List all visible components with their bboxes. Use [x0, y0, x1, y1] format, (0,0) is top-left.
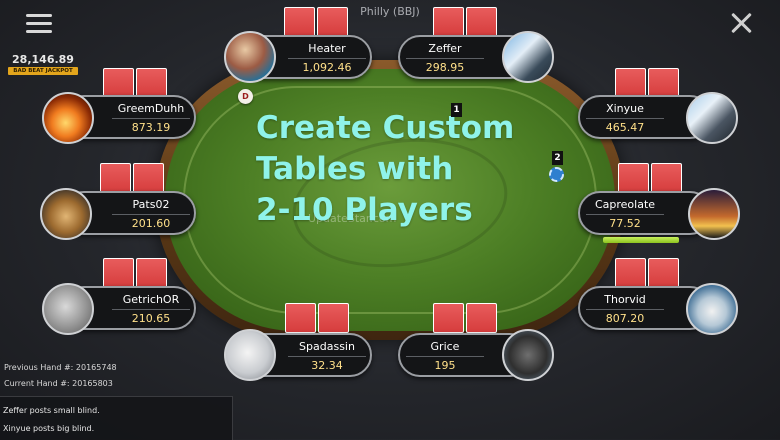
player-name: Zeffer — [428, 42, 462, 55]
hole-cards — [285, 303, 349, 333]
player-name: Heater — [308, 42, 346, 55]
action-log[interactable]: Zeffer posts small blind. Xinyue posts b… — [0, 396, 233, 440]
hole-cards — [284, 7, 348, 37]
player-chips: 873.19 — [131, 121, 171, 134]
city-harbor-avatar-icon[interactable] — [224, 31, 276, 83]
jackpot-amount: 28,146.89 — [12, 53, 74, 66]
current-hand-number: Current Hand #: 20165803 — [4, 379, 113, 388]
player-chips: 77.52 — [609, 217, 641, 230]
bet-chip-icon — [549, 167, 564, 182]
hole-cards — [433, 303, 497, 333]
player-name: Thorvid — [604, 293, 646, 306]
bear-avatar-icon[interactable] — [502, 329, 554, 381]
promo-overlay: Create Custom Tables with 2-10 Players — [256, 108, 556, 231]
seat-marker-1: 1 — [451, 103, 462, 117]
player-name: Grice — [430, 340, 460, 353]
player-chips: 210.65 — [131, 312, 171, 325]
dealer-button: D — [238, 89, 253, 104]
player-chips: 298.95 — [425, 61, 465, 74]
player-chips: 465.47 — [605, 121, 645, 134]
jackpot-display: 28,146.89 BAD BEAT JACKPOT — [8, 53, 78, 75]
player-chips: 1,092.46 — [302, 61, 352, 74]
player-name: GreemDuhh — [117, 102, 185, 115]
seat-marker-2: 2 — [552, 151, 563, 165]
robot-arm-avatar-icon[interactable] — [502, 31, 554, 83]
table-title: Philly (BBJ) — [360, 5, 420, 18]
hole-cards — [618, 163, 682, 193]
player-chips: 807.20 — [605, 312, 645, 325]
player-chips: 201.60 — [131, 217, 171, 230]
player-name: Spadassin — [299, 340, 355, 353]
player-chips: 195 — [434, 359, 456, 372]
player-name: Pats02 — [132, 198, 170, 211]
hole-cards — [100, 163, 164, 193]
promo-line-2: Tables with — [256, 151, 454, 187]
seahorse-avatar-icon[interactable] — [224, 329, 276, 381]
jackpot-label: BAD BEAT JACKPOT — [8, 67, 78, 75]
hole-cards — [103, 68, 167, 98]
player-name: Xinyue — [606, 102, 644, 115]
casino-avatar-icon[interactable] — [40, 188, 92, 240]
hole-cards — [433, 7, 497, 37]
log-line: Zeffer posts small blind. — [3, 406, 100, 415]
action-timer-fill — [603, 237, 679, 243]
player-chips: 32.34 — [311, 359, 343, 372]
hole-cards — [615, 258, 679, 288]
previous-hand-number: Previous Hand #: 20165748 — [4, 363, 117, 372]
log-line: Xinyue posts big blind. — [3, 424, 95, 433]
fire-avatar-icon[interactable] — [42, 92, 94, 144]
action-timer-bar — [603, 237, 679, 243]
promo-line-3: 2-10 Players — [256, 192, 473, 228]
player-name: Capreolate — [594, 198, 656, 211]
hole-cards — [103, 258, 167, 288]
promo-line-1: Create Custom — [256, 110, 515, 146]
wolf-avatar-icon[interactable] — [42, 283, 94, 335]
player-name: GetrichOR — [122, 293, 180, 306]
close-icon[interactable] — [728, 10, 754, 36]
hole-cards — [615, 68, 679, 98]
las-vegas-avatar-icon[interactable] — [688, 188, 740, 240]
robot-arm-avatar-icon[interactable] — [686, 92, 738, 144]
shark-avatar-icon[interactable] — [686, 283, 738, 335]
